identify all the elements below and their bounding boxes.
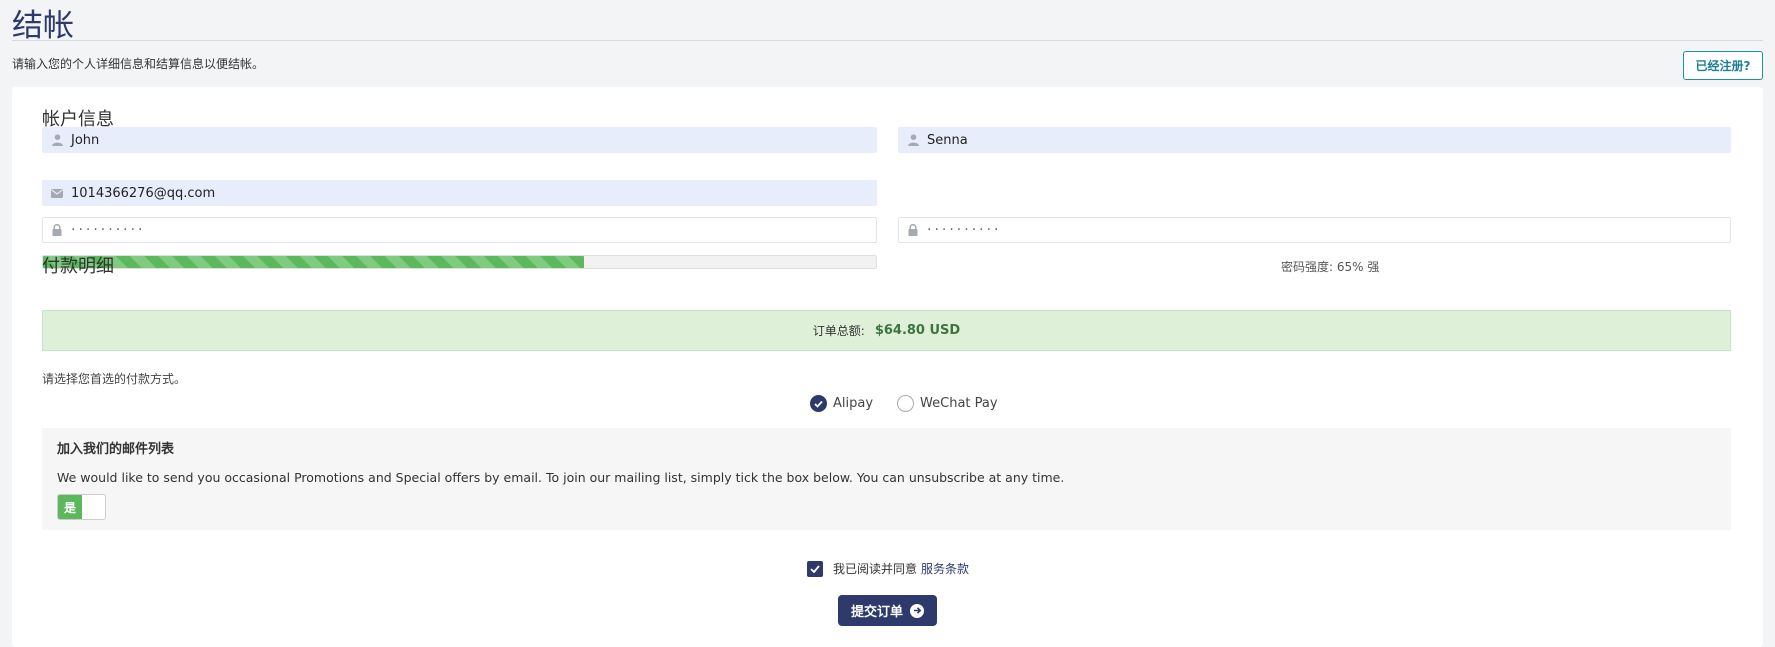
alipay-radio[interactable]	[810, 395, 827, 412]
mailing-list-toggle[interactable]: 是	[57, 494, 106, 520]
payment-option-alipay[interactable]: Alipay	[810, 395, 873, 412]
check-icon	[814, 400, 823, 408]
alipay-label: Alipay	[833, 396, 874, 411]
mailing-list-box: 加入我们的邮件列表 We would like to send you occa…	[42, 428, 1731, 530]
wechat-radio[interactable]	[897, 395, 915, 412]
check-icon	[810, 564, 820, 573]
payment-method-prompt: 请选择您首选的付款方式。	[42, 372, 187, 386]
user-icon	[899, 134, 927, 146]
first-name-value: John	[71, 132, 100, 148]
checkout-card: 帐户信息 John Senna 1014366276@qq.com ······…	[12, 87, 1763, 647]
password-strength-fill	[43, 256, 585, 268]
payment-option-wechat[interactable]: WeChat Pay	[897, 395, 998, 412]
mailing-list-title: 加入我们的邮件列表	[57, 442, 175, 457]
first-name-field[interactable]: John	[42, 127, 877, 153]
submit-order-button[interactable]: 提交订单	[838, 595, 937, 626]
order-total-label: 订单总额:	[812, 324, 865, 338]
password-field[interactable]: ··········	[42, 217, 877, 243]
password-mask: ··········	[71, 222, 146, 238]
lock-icon	[899, 224, 927, 236]
terms-checkbox[interactable]	[807, 560, 823, 577]
last-name-field[interactable]: Senna	[898, 127, 1731, 153]
toggle-yes-label: 是	[58, 495, 82, 519]
terms-text: 我已阅读并同意	[833, 562, 918, 576]
user-icon	[43, 134, 71, 146]
envelope-icon	[43, 188, 71, 198]
password-strength-text: 密码强度: 65% 强	[1281, 260, 1380, 274]
email-field[interactable]: 1014366276@qq.com	[42, 180, 877, 206]
terms-of-service-link[interactable]: 服务条款	[921, 560, 969, 577]
mailing-list-text: We would like to send you occasional Pro…	[57, 470, 1065, 485]
title-divider	[12, 40, 1763, 41]
wechat-label: WeChat Pay	[920, 396, 998, 411]
already-registered-button[interactable]: 已经注册?	[1683, 51, 1763, 80]
order-total-amount: $64.80 USD	[874, 323, 961, 338]
email-value: 1014366276@qq.com	[71, 185, 216, 201]
password-strength-bar	[42, 255, 877, 269]
arrow-right-circle-icon	[910, 603, 924, 618]
lock-icon	[43, 224, 71, 236]
confirm-password-field[interactable]: ··········	[898, 217, 1731, 243]
confirm-password-mask: ··········	[927, 222, 1002, 238]
terms-agreement: 我已阅读并同意 服务条款	[807, 560, 969, 577]
submit-label: 提交订单	[850, 605, 903, 620]
last-name-value: Senna	[927, 132, 968, 148]
page-title: 结帐	[12, 8, 74, 44]
order-total-box: 订单总额: $64.80 USD	[42, 310, 1731, 351]
payment-section-title: 付款明细	[42, 256, 114, 277]
payment-method-options: Alipay WeChat Pay	[810, 395, 1022, 412]
intro-text: 请输入您的个人详细信息和结算信息以便结帐。	[12, 57, 265, 71]
